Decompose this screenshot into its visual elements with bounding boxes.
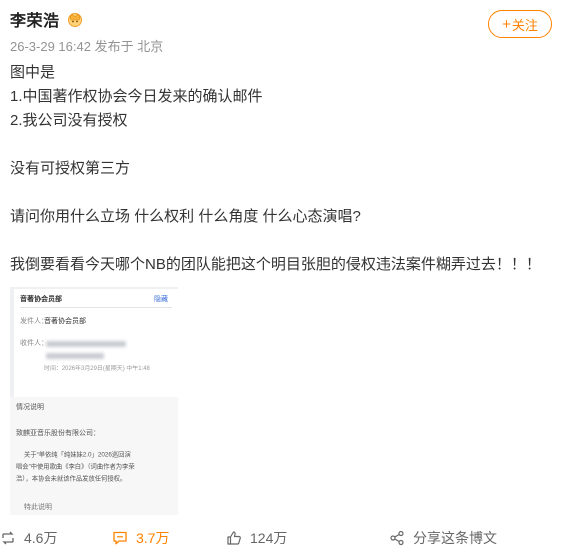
letter-line: 浩），本协会未就该作品发放任何授权。 [16,475,127,483]
post-source: 发布于 北京 [94,39,164,54]
email-date: 时间：2026年3月29日(星期天) 中午1:48 [44,365,150,372]
letter-line: 唱会”中使用歌曲《李白》（词曲作者为李荣 [16,463,135,471]
post-line: 2.我公司没有授权 [10,112,128,129]
comment-count: 3.7万 [136,530,170,546]
share-icon [390,530,404,546]
follow-label: 关注 [511,17,538,33]
post-line: 图中是 [10,64,56,81]
author-row: 李荣浩 [10,8,552,30]
post-content: 图中是 1.中国著作权协会今日发来的确认邮件 2.我公司没有授权 没有可授权第三… [10,61,550,277]
vip-crown-icon [66,11,84,27]
author-name[interactable]: 李荣浩 [10,7,60,31]
repost-button[interactable]: 4.6万 [0,525,57,551]
redacted-recipient [46,353,104,359]
like-count: 124万 [250,530,288,546]
action-bar: 4.6万 3.7万 124万 分享这条博文 [0,525,566,551]
post-time[interactable]: 26-3-29 16:42 [10,39,91,54]
letter-line: 关于“单依纯「纯妹妹2.0」2026巡回演 [24,451,131,459]
post-spacer [10,181,550,205]
divider [20,307,172,308]
follow-button[interactable]: + 关注 [488,10,552,38]
post-meta: 26-3-29 16:42 发布于 北京 [10,36,552,55]
post-line: 请问你用什么立场 什么权利 什么角度 什么心态演唱? [10,208,361,225]
like-button[interactable]: 124万 [226,525,287,551]
thumbs-up-icon [227,531,241,545]
share-button[interactable]: 分享这条博文 [389,525,497,551]
email-header: 音著协会员部 [20,296,62,303]
section-title: 情况说明 [16,404,44,411]
comment-button[interactable]: 3.7万 [112,525,169,551]
recipient-label: 收件人： [20,340,48,347]
email-sheet: 音著协会员部 隐藏 发件人： 音著协会员部 收件人： 时间：2026年3月29日… [14,289,178,397]
salutation: 致麒亚音乐股份有限公司： [16,430,100,437]
post-line: 1.中国著作权协会今日发来的确认邮件 [10,88,263,105]
sender-value: 音著协会员部 [44,318,86,325]
repost-icon [2,531,14,545]
redacted-recipient [46,341,126,347]
repost-count: 4.6万 [24,530,58,546]
attached-document-image[interactable]: 音著协会员部 隐藏 发件人： 音著协会员部 收件人： 时间：2026年3月29日… [10,287,178,515]
letter-body: 情况说明 致麒亚音乐股份有限公司： 关于“单依纯「纯妹妹2.0」2026巡回演 … [10,397,178,515]
email-hide-link: 隐藏 [154,296,168,303]
post-line: 我倒要看看今天哪个NB的团队能把这个明目张胆的侵权违法案件糊弄过去！！！ [10,256,541,273]
comment-icon [113,531,127,545]
letter-footer: 特此说明 [24,504,52,511]
follow-plus: + [502,15,511,33]
post-spacer [10,133,550,157]
share-label: 分享这条博文 [413,530,497,546]
post-line: 没有可授权第三方 [10,160,131,177]
post-spacer [10,229,550,253]
post-header: 李荣浩 26-3-29 16:42 发布于 北京 + 关注 [10,8,552,56]
